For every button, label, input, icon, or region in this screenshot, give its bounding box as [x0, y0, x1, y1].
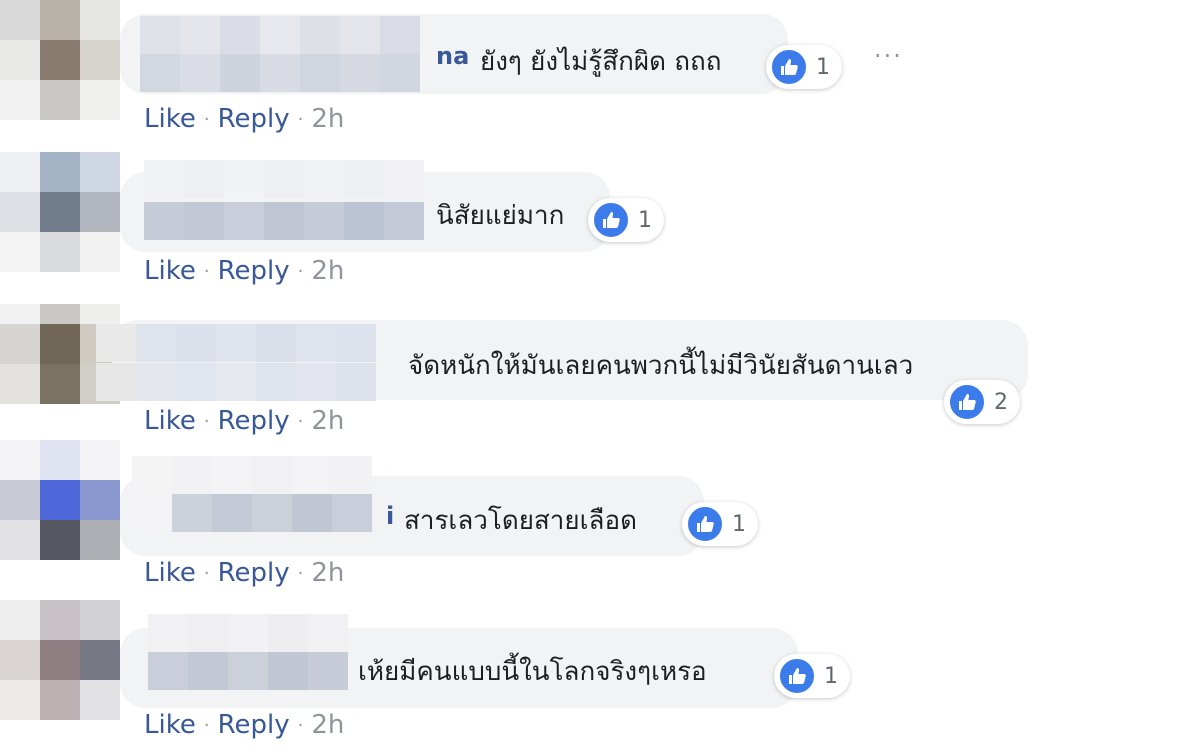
like-link[interactable]: Like	[144, 104, 196, 134]
commenter-name[interactable]: i	[386, 502, 394, 530]
comment-1: na ยังๆ ยังไม่รู้สึกผิด ถถถ 1 ··· Like ·…	[0, 0, 1200, 152]
like-count: 1	[732, 511, 746, 537]
blurred-name	[132, 456, 384, 532]
thumbs-up-icon	[778, 657, 816, 695]
like-count: 1	[816, 54, 830, 80]
avatar[interactable]	[0, 440, 120, 560]
reaction-badge[interactable]: 1	[588, 198, 664, 242]
reply-link[interactable]: Reply	[218, 710, 290, 740]
timestamp[interactable]: 2h	[311, 256, 344, 286]
avatar[interactable]	[0, 600, 120, 720]
reaction-badge[interactable]: 1	[774, 654, 850, 698]
separator: ·	[297, 108, 304, 130]
comment-actions: Like · Reply · 2h	[144, 104, 344, 134]
blurred-name	[148, 614, 348, 690]
like-count: 2	[994, 389, 1008, 415]
like-link[interactable]: Like	[144, 256, 196, 286]
thumbs-up-icon	[592, 201, 630, 239]
comment-text: เห้ยมีคนแบบนี้ในโลกจริงๆเหรอ	[358, 657, 707, 687]
comment-2: นิสัยแย่มาก 1 Like · Reply · 2h	[0, 152, 1200, 304]
comment-actions: Like · Reply · 2h	[144, 710, 344, 740]
avatar[interactable]	[0, 152, 120, 272]
like-count: 1	[638, 207, 652, 233]
blurred-name	[96, 324, 396, 402]
separator: ·	[203, 410, 210, 432]
reaction-badge[interactable]: 1	[682, 502, 758, 546]
comment-text: นิสัยแย่มาก	[436, 201, 565, 231]
comment-text: ยังๆ ยังไม่รู้สึกผิด ถถถ	[480, 47, 722, 77]
thumbs-up-icon	[770, 48, 808, 86]
commenter-name[interactable]: na	[436, 42, 469, 70]
blurred-name	[144, 160, 428, 244]
separator: ·	[203, 714, 210, 736]
reply-link[interactable]: Reply	[218, 256, 290, 286]
reaction-badge[interactable]: 2	[944, 380, 1020, 424]
comment-text: จัดหนักให้มันเลยคนพวกนี้ไม่มีวินัยสันดาน…	[408, 351, 914, 381]
reply-link[interactable]: Reply	[218, 558, 290, 588]
comment-3: จัดหนักให้มันเลยคนพวกนี้ไม่มีวินัยสันดาน…	[0, 304, 1200, 456]
timestamp[interactable]: 2h	[311, 710, 344, 740]
comment-5: เห้ยมีคนแบบนี้ในโลกจริงๆเหรอ 1 Like · Re…	[0, 600, 1200, 752]
comment-4: i สารเลวโดยสายเลือด 1 Like · Reply · 2h	[0, 440, 1200, 608]
comment-actions: Like · Reply · 2h	[144, 406, 344, 436]
comment-actions: Like · Reply · 2h	[144, 256, 344, 286]
blurred-name	[140, 16, 436, 92]
reply-link[interactable]: Reply	[218, 406, 290, 436]
like-link[interactable]: Like	[144, 710, 196, 740]
reaction-badge[interactable]: 1	[766, 45, 842, 89]
avatar[interactable]	[0, 0, 120, 120]
separator: ·	[297, 260, 304, 282]
thumbs-up-icon	[948, 383, 986, 421]
separator: ·	[297, 562, 304, 584]
like-link[interactable]: Like	[144, 558, 196, 588]
timestamp[interactable]: 2h	[311, 406, 344, 436]
reply-link[interactable]: Reply	[218, 104, 290, 134]
comment-text: สารเลวโดยสายเลือด	[404, 506, 637, 536]
more-options-icon[interactable]: ···	[874, 42, 903, 70]
separator: ·	[203, 562, 210, 584]
separator: ·	[297, 714, 304, 736]
thumbs-up-icon	[686, 505, 724, 543]
like-link[interactable]: Like	[144, 406, 196, 436]
timestamp[interactable]: 2h	[311, 104, 344, 134]
separator: ·	[203, 260, 210, 282]
comment-actions: Like · Reply · 2h	[144, 558, 344, 588]
separator: ·	[297, 410, 304, 432]
timestamp[interactable]: 2h	[311, 558, 344, 588]
separator: ·	[203, 108, 210, 130]
like-count: 1	[824, 663, 838, 689]
